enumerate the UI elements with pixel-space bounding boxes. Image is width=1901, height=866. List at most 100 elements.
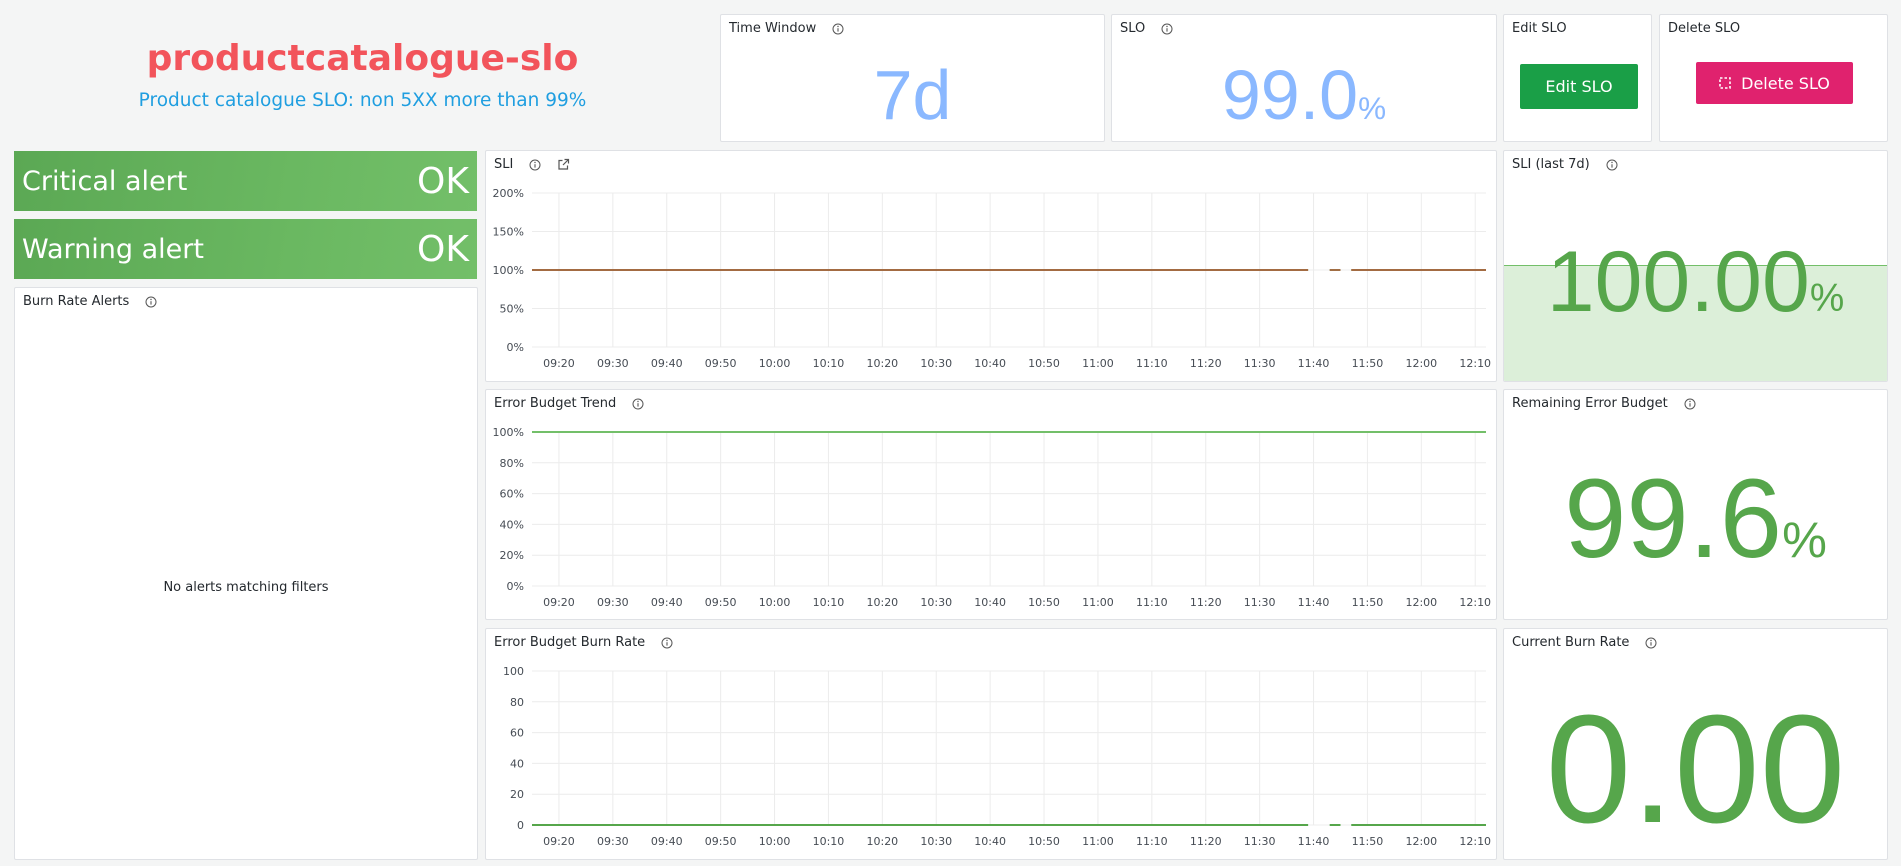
x-tick-label: 12:00 — [1405, 596, 1437, 609]
burn-rate-alerts-panel: Burn Rate Alerts No alerts matching filt… — [14, 287, 478, 860]
x-tick-label: 11:50 — [1352, 357, 1384, 370]
x-tick-label: 11:10 — [1136, 835, 1168, 848]
y-tick-label: 40 — [510, 757, 524, 770]
x-tick-label: 10:50 — [1028, 357, 1060, 370]
x-tick-label: 11:50 — [1352, 835, 1384, 848]
slo-number: 99.0 — [1221, 56, 1359, 134]
info-icon[interactable] — [632, 398, 644, 410]
x-tick-label: 10:40 — [974, 596, 1006, 609]
critical-alert-stat: Critical alert OK — [14, 151, 477, 211]
x-tick-label: 10:00 — [759, 835, 791, 848]
x-tick-label: 10:00 — [759, 596, 791, 609]
dashed-square-icon — [1719, 77, 1731, 89]
x-tick-label: 10:40 — [974, 835, 1006, 848]
dashboard-header: productcatalogue-slo Product catalogue S… — [14, 12, 711, 142]
x-tick-label: 12:00 — [1405, 835, 1437, 848]
info-icon[interactable] — [661, 637, 673, 649]
sli-last-number: 100.00 — [1546, 234, 1810, 330]
x-tick-label: 10:20 — [866, 596, 898, 609]
x-tick-label: 09:20 — [543, 596, 575, 609]
critical-alert-label: Critical alert — [22, 165, 188, 197]
x-tick-label: 11:50 — [1352, 596, 1384, 609]
error-budget-burn-rate-panel: Error Budget Burn Rate 100 80 60 40 20 0 09:20… — [485, 628, 1497, 860]
external-link-icon[interactable] — [557, 158, 570, 171]
slo-unit: % — [1358, 90, 1387, 126]
x-tick-label: 09:40 — [651, 835, 683, 848]
x-tick-label: 10:50 — [1028, 596, 1060, 609]
slo-value: 99.0% — [1112, 55, 1496, 135]
info-icon[interactable] — [529, 159, 541, 171]
x-tick-label: 09:50 — [705, 596, 737, 609]
sli-last-value: 100.00% — [1504, 233, 1887, 332]
y-tick-label: 60 — [510, 727, 524, 740]
panel-title: Error Budget Burn Rate — [494, 635, 646, 650]
x-tick-label: 11:00 — [1082, 596, 1114, 609]
panel-title: Current Burn Rate — [1512, 635, 1630, 650]
sli-chart-panel: SLI 200% 150% 100% 50% 0% 09:20 09:30 09:40 09:5… — [485, 150, 1497, 382]
y-tick-label: 20 — [510, 788, 524, 801]
info-icon[interactable] — [1161, 23, 1173, 35]
panel-title: Burn Rate Alerts — [23, 294, 130, 309]
y-tick-label: 0% — [507, 580, 524, 593]
x-tick-label: 11:40 — [1298, 835, 1330, 848]
panel-title: SLI — [494, 157, 514, 172]
y-tick-label: 80 — [510, 696, 524, 709]
x-tick-label: 10:50 — [1028, 835, 1060, 848]
x-tick-label: 10:10 — [813, 357, 845, 370]
info-icon[interactable] — [1684, 398, 1696, 410]
x-tick-label: 11:20 — [1190, 835, 1222, 848]
y-tick-label: 50% — [500, 303, 524, 316]
x-tick-label: 10:20 — [866, 835, 898, 848]
x-tick-label: 10:10 — [813, 835, 845, 848]
info-icon[interactable] — [832, 23, 844, 35]
panel-title: SLO — [1120, 21, 1146, 36]
y-tick-label: 0 — [517, 819, 524, 832]
x-tick-label: 11:10 — [1136, 596, 1168, 609]
y-tick-label: 100% — [493, 426, 524, 439]
x-tick-label: 11:30 — [1244, 357, 1276, 370]
edit-slo-button[interactable]: Edit SLO — [1520, 64, 1638, 109]
x-tick-label: 09:30 — [597, 357, 629, 370]
x-tick-label: 10:30 — [920, 357, 952, 370]
x-tick-label: 09:40 — [651, 596, 683, 609]
x-tick-label: 09:20 — [543, 357, 575, 370]
panel-title: Edit SLO — [1512, 21, 1567, 36]
delete-slo-panel: Delete SLO Delete SLO — [1659, 14, 1888, 142]
x-tick-label: 11:00 — [1082, 835, 1114, 848]
remaining-error-budget-value: 99.6% — [1504, 454, 1887, 583]
error-budget-burn-rate-chart[interactable]: 100 80 60 40 20 0 09:20 09:30 09:40 09:50 10:00 10:… — [486, 659, 1496, 859]
y-tick-label: 100% — [493, 264, 524, 277]
warning-alert-stat: Warning alert OK — [14, 219, 477, 279]
current-burn-rate-value: 0.00 — [1545, 683, 1846, 855]
time-window-value: 7d — [873, 56, 952, 134]
y-tick-label: 100 — [503, 665, 524, 678]
panel-title: Time Window — [729, 21, 817, 36]
x-tick-label: 12:10 — [1459, 835, 1491, 848]
delete-slo-button[interactable]: Delete SLO — [1696, 62, 1853, 104]
x-tick-label: 09:30 — [597, 596, 629, 609]
x-tick-label: 10:10 — [813, 596, 845, 609]
x-tick-label: 10:30 — [920, 596, 952, 609]
x-tick-label: 09:30 — [597, 835, 629, 848]
error-budget-trend-chart[interactable]: 100% 80% 60% 40% 20% 0% 09:20 09:30 09:40 09:50 10… — [486, 420, 1496, 620]
y-tick-label: 0% — [507, 341, 524, 354]
warning-alert-state: OK — [417, 228, 469, 270]
x-tick-label: 11:10 — [1136, 357, 1168, 370]
info-icon[interactable] — [1606, 159, 1618, 171]
x-tick-label: 10:20 — [866, 357, 898, 370]
x-tick-label: 10:00 — [759, 357, 791, 370]
info-icon[interactable] — [1645, 637, 1657, 649]
info-icon[interactable] — [145, 296, 157, 308]
panel-title: Remaining Error Budget — [1512, 396, 1668, 411]
edit-slo-panel: Edit SLO Edit SLO — [1503, 14, 1652, 142]
y-tick-label: 80% — [500, 457, 524, 470]
sli-last-unit: % — [1809, 277, 1845, 320]
empty-state-text: No alerts matching filters — [163, 580, 329, 595]
sli-chart[interactable]: 200% 150% 100% 50% 0% 09:20 09:30 09:40 09:50 10:… — [486, 181, 1496, 381]
y-tick-label: 60% — [500, 488, 524, 501]
y-tick-label: 200% — [493, 187, 524, 200]
remaining-error-budget-unit: % — [1782, 511, 1827, 568]
y-tick-label: 40% — [500, 518, 524, 531]
x-tick-label: 11:40 — [1298, 596, 1330, 609]
x-tick-label: 11:30 — [1244, 835, 1276, 848]
